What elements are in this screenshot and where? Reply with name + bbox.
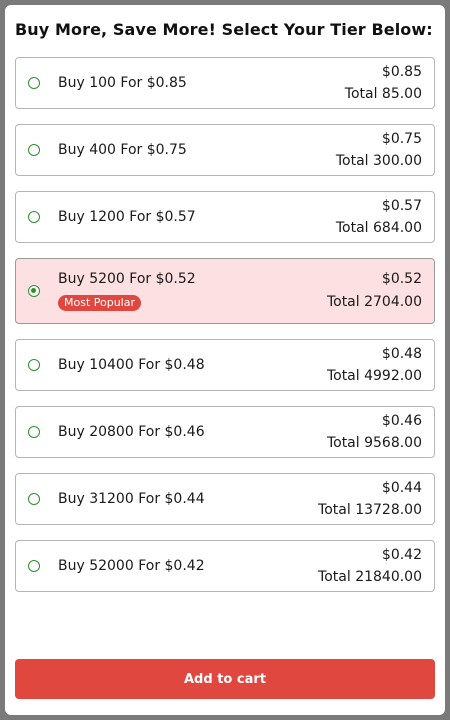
radio-button-icon[interactable] xyxy=(28,77,40,89)
tier-unit-price: $0.75 xyxy=(381,131,422,147)
tier-option-100[interactable]: Buy 100 For $0.85 $0.85 Total 85.00 xyxy=(15,57,435,109)
tier-unit-price: $0.46 xyxy=(381,413,422,429)
tier-selector-panel: Buy More, Save More! Select Your Tier Be… xyxy=(5,5,445,715)
tier-option-5200[interactable]: Buy 5200 For $0.52 Most Popular $0.52 To… xyxy=(15,258,435,324)
tier-total: Total 4992.00 xyxy=(326,368,422,384)
tier-total: Total 2704.00 xyxy=(326,294,422,310)
radio-button-icon[interactable] xyxy=(28,560,40,572)
tier-total: Total 85.00 xyxy=(344,86,422,102)
tier-unit-price: $0.44 xyxy=(381,480,422,496)
radio-button-checked-icon[interactable] xyxy=(28,285,40,297)
tier-unit-price: $0.57 xyxy=(381,198,422,214)
radio-button-icon[interactable] xyxy=(28,426,40,438)
tier-label: Buy 1200 For $0.57 xyxy=(58,209,196,225)
tier-label: Buy 400 For $0.75 xyxy=(58,142,187,158)
tier-total: Total 9568.00 xyxy=(326,435,422,451)
radio-button-icon[interactable] xyxy=(28,359,40,371)
tier-option-20800[interactable]: Buy 20800 For $0.46 $0.46 Total 9568.00 xyxy=(15,406,435,458)
tier-total: Total 300.00 xyxy=(335,153,422,169)
panel-title: Buy More, Save More! Select Your Tier Be… xyxy=(15,20,433,39)
tier-label: Buy 5200 For $0.52 xyxy=(58,271,196,287)
tier-option-31200[interactable]: Buy 31200 For $0.44 $0.44 Total 13728.00 xyxy=(15,473,435,525)
tier-total: Total 684.00 xyxy=(335,220,422,236)
tier-label: Buy 100 For $0.85 xyxy=(58,75,187,91)
tier-label: Buy 10400 For $0.48 xyxy=(58,357,205,373)
tier-unit-price: $0.85 xyxy=(381,64,422,80)
tier-option-1200[interactable]: Buy 1200 For $0.57 $0.57 Total 684.00 xyxy=(15,191,435,243)
tier-label: Buy 20800 For $0.46 xyxy=(58,424,205,440)
most-popular-badge: Most Popular xyxy=(58,295,142,311)
tier-option-52000[interactable]: Buy 52000 For $0.42 $0.42 Total 21840.00 xyxy=(15,540,435,592)
tier-option-400[interactable]: Buy 400 For $0.75 $0.75 Total 300.00 xyxy=(15,124,435,176)
tier-option-10400[interactable]: Buy 10400 For $0.48 $0.48 Total 4992.00 xyxy=(15,339,435,391)
tier-unit-price: $0.52 xyxy=(381,271,422,287)
tier-unit-price: $0.48 xyxy=(381,346,422,362)
tier-total: Total 21840.00 xyxy=(318,569,422,585)
radio-button-icon[interactable] xyxy=(28,144,40,156)
tier-unit-price: $0.42 xyxy=(381,547,422,563)
tier-label: Buy 52000 For $0.42 xyxy=(58,558,205,574)
add-to-cart-button[interactable]: Add to cart xyxy=(15,659,435,699)
tier-total: Total 13728.00 xyxy=(318,502,422,518)
tier-label: Buy 31200 For $0.44 xyxy=(58,491,205,507)
radio-button-icon[interactable] xyxy=(28,211,40,223)
radio-button-icon[interactable] xyxy=(28,493,40,505)
